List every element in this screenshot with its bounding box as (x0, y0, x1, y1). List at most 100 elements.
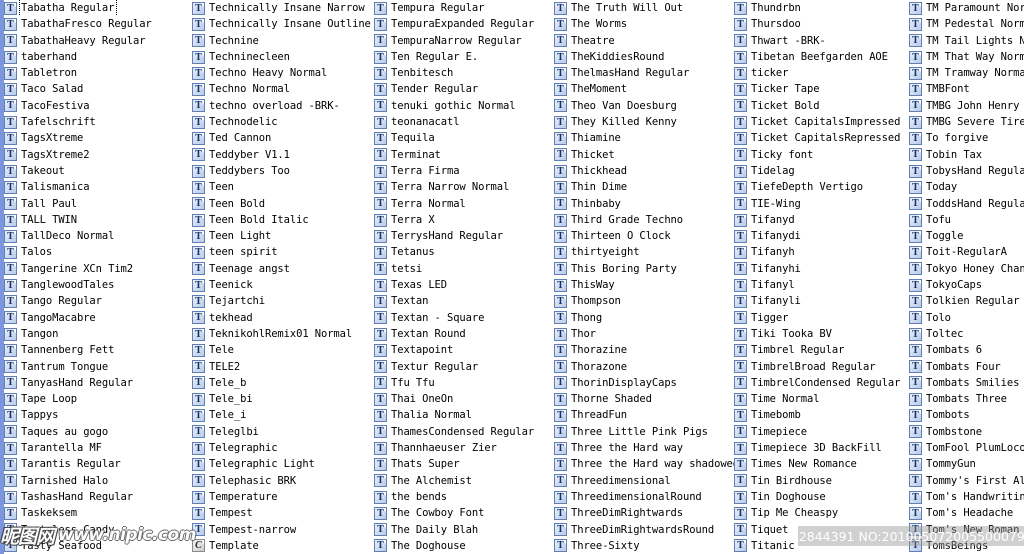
font-list-item[interactable]: T The Worms (550, 16, 750, 32)
font-list-item[interactable]: T Theo Van Doesburg (550, 98, 750, 114)
font-list-item[interactable]: T Ticket CapitalsImpressed (730, 114, 930, 130)
font-list-item[interactable]: T Textan - Square (370, 310, 570, 326)
font-list-item[interactable]: Ttaberhand (0, 49, 200, 65)
font-list-item[interactable]: T Tangerine XCn Tim2 (0, 261, 200, 277)
font-list-item[interactable]: T Thinbaby (550, 196, 750, 212)
font-list-item[interactable]: T Tele_i (188, 407, 388, 423)
font-list-item[interactable]: T Tifanyd (730, 212, 930, 228)
font-list-item[interactable]: T Textur Regular (370, 359, 570, 375)
font-list-item[interactable]: T Tejartchi (188, 293, 388, 309)
font-list-item[interactable]: T Talos (0, 244, 200, 260)
font-list-item[interactable]: Tticker (730, 65, 930, 81)
font-list-item[interactable]: T TM Tail Lights No (905, 33, 1024, 49)
font-list-item[interactable]: T TallDeco Normal (0, 228, 200, 244)
font-list-item[interactable]: T Telegraphic Light (188, 456, 388, 472)
font-list-item[interactable]: T Thorazine (550, 342, 750, 358)
font-list-item[interactable]: T Teenick (188, 277, 388, 293)
font-list-item[interactable]: T Titanic (730, 538, 930, 554)
font-list-item[interactable]: T Thor (550, 326, 750, 342)
font-list-item[interactable]: T Thannhaeuser Zier (370, 440, 570, 456)
font-list-item[interactable]: T Tabatha Regular (0, 0, 200, 17)
font-list-item[interactable]: T Today (905, 179, 1024, 195)
font-list-item[interactable]: T Timebomb (730, 407, 930, 423)
font-list-item[interactable]: T TempuraExpanded Regular (370, 16, 570, 32)
font-list-item[interactable]: T Tfu Tfu (370, 375, 570, 391)
font-list-item[interactable]: T Tenbitesch (370, 65, 570, 81)
font-list-item[interactable]: T Timepiece (730, 424, 930, 440)
font-list-item[interactable]: T Temperature (188, 489, 388, 505)
font-list-item[interactable]: T Timbrel Regular (730, 342, 930, 358)
font-list-item[interactable]: T Tantrum Tongue (0, 359, 200, 375)
font-list-item[interactable]: T Teen (188, 179, 388, 195)
font-list-item[interactable]: T The Daily Blah (370, 522, 570, 538)
font-list-item[interactable]: T Thong (550, 310, 750, 326)
font-list-item[interactable]: T Technically Insane Outline (188, 16, 388, 32)
font-list-item[interactable]: T Teen Bold Italic (188, 212, 388, 228)
font-list-view[interactable]: T Tabatha Regular T TabathaFresco Regular T T… (0, 0, 1024, 554)
font-list-item[interactable]: T TokyoCaps (905, 277, 1024, 293)
font-list-item[interactable]: Ttechno overload -BRK- (188, 98, 388, 114)
font-list-item[interactable]: T TM Pedestal Norms (905, 16, 1024, 32)
font-list-item[interactable]: T ThreeDimRightwardsRound (550, 522, 750, 538)
font-list-item[interactable]: T Textan Round (370, 326, 570, 342)
font-list-item[interactable]: T Thickhead (550, 163, 750, 179)
font-list-item[interactable]: T TiefeDepth Vertigo (730, 179, 930, 195)
font-list-item[interactable]: T ThisWay (550, 277, 750, 293)
font-list-item[interactable]: T Talismanica (0, 179, 200, 195)
font-list-item[interactable]: T Taco Salad (0, 81, 200, 97)
font-list-item[interactable]: T Tender Regular (370, 81, 570, 97)
font-list-item[interactable]: T Tarantis Regular (0, 456, 200, 472)
font-list-item[interactable]: T Three the Hard way (550, 440, 750, 456)
font-list-item[interactable]: T Tempest (188, 505, 388, 521)
font-list-item[interactable]: T Tin Doghouse (730, 489, 930, 505)
font-list-item[interactable]: Tthirtyeight (550, 244, 750, 260)
font-list-item[interactable]: T They Killed Kenny (550, 114, 750, 130)
font-list-item[interactable]: T Tigger (730, 310, 930, 326)
font-list-item[interactable]: T Ticket CapitalsRepressed (730, 130, 930, 146)
font-list-item[interactable]: Tthe bends (370, 489, 570, 505)
font-list-item[interactable]: T Tannenberg Fett (0, 342, 200, 358)
font-list-item[interactable]: T Teleglbi (188, 424, 388, 440)
font-list-item[interactable]: T Tele_b (188, 375, 388, 391)
font-list-item[interactable]: T TagsXtreme (0, 130, 200, 146)
font-list-item[interactable]: T Tofu (905, 212, 1024, 228)
font-list-item[interactable]: T Thirteen O Clock (550, 228, 750, 244)
font-list-item[interactable]: T Tolo (905, 310, 1024, 326)
font-list-item[interactable]: T ThamesCondensed Regular (370, 424, 570, 440)
font-list-item[interactable]: T Tombstone (905, 424, 1024, 440)
font-list-item[interactable]: T Terra Normal (370, 196, 570, 212)
font-list-item[interactable]: T Tom's Handwriting (905, 489, 1024, 505)
font-list-item[interactable]: T Ten Regular E. (370, 49, 570, 65)
font-list-item[interactable]: T TM Tramway Normal (905, 65, 1024, 81)
font-list-item[interactable]: T TabathaFresco Regular (0, 16, 200, 32)
font-list-item[interactable]: T Third Grade Techno (550, 212, 750, 228)
font-list-item[interactable]: T Takeout (0, 163, 200, 179)
font-list-item[interactable]: T TashasHand Regular (0, 489, 200, 505)
font-list-item[interactable]: T ThorinDisplayCaps (550, 375, 750, 391)
font-list-item[interactable]: T Tabletron (0, 65, 200, 81)
font-list-item[interactable]: T TeknikohlRemix01 Normal (188, 326, 388, 342)
font-list-item[interactable]: T TimbrelBroad Regular (730, 359, 930, 375)
font-list-item[interactable]: T Textan (370, 293, 570, 309)
font-list-item[interactable]: T TommyGun (905, 456, 1024, 472)
font-list-item[interactable]: T Time Normal (730, 391, 930, 407)
font-list-item[interactable]: T TacoFestiva (0, 98, 200, 114)
font-list-item[interactable]: T Tasteless Candy (0, 522, 200, 538)
font-list-item[interactable]: T TobysHand Regular (905, 163, 1024, 179)
font-list-item[interactable]: T Tempura Regular (370, 0, 570, 16)
font-list-item[interactable]: T Tele_bi (188, 391, 388, 407)
font-list-item[interactable]: Ttekhead (188, 310, 388, 326)
font-list-item[interactable]: T Techno Normal (188, 81, 388, 97)
font-list-item[interactable]: T TM That Way Norma (905, 49, 1024, 65)
font-list-item[interactable]: T TanglewoodTales (0, 277, 200, 293)
font-list-item[interactable]: T Ted Cannon (188, 130, 388, 146)
font-list-item[interactable]: T TangoMacabre (0, 310, 200, 326)
font-list-item[interactable]: T Tiquet (730, 522, 930, 538)
font-list-item[interactable]: T Thundrbn (730, 0, 930, 16)
font-list-item[interactable]: T Technine (188, 33, 388, 49)
font-list-item[interactable]: T Tape Loop (0, 391, 200, 407)
font-list-item[interactable]: T Tappys (0, 407, 200, 423)
font-list-item[interactable]: T Ticket Bold (730, 98, 930, 114)
font-list-item[interactable]: T TMBFont (905, 81, 1024, 97)
font-list-item[interactable]: T Tifanydi (730, 228, 930, 244)
